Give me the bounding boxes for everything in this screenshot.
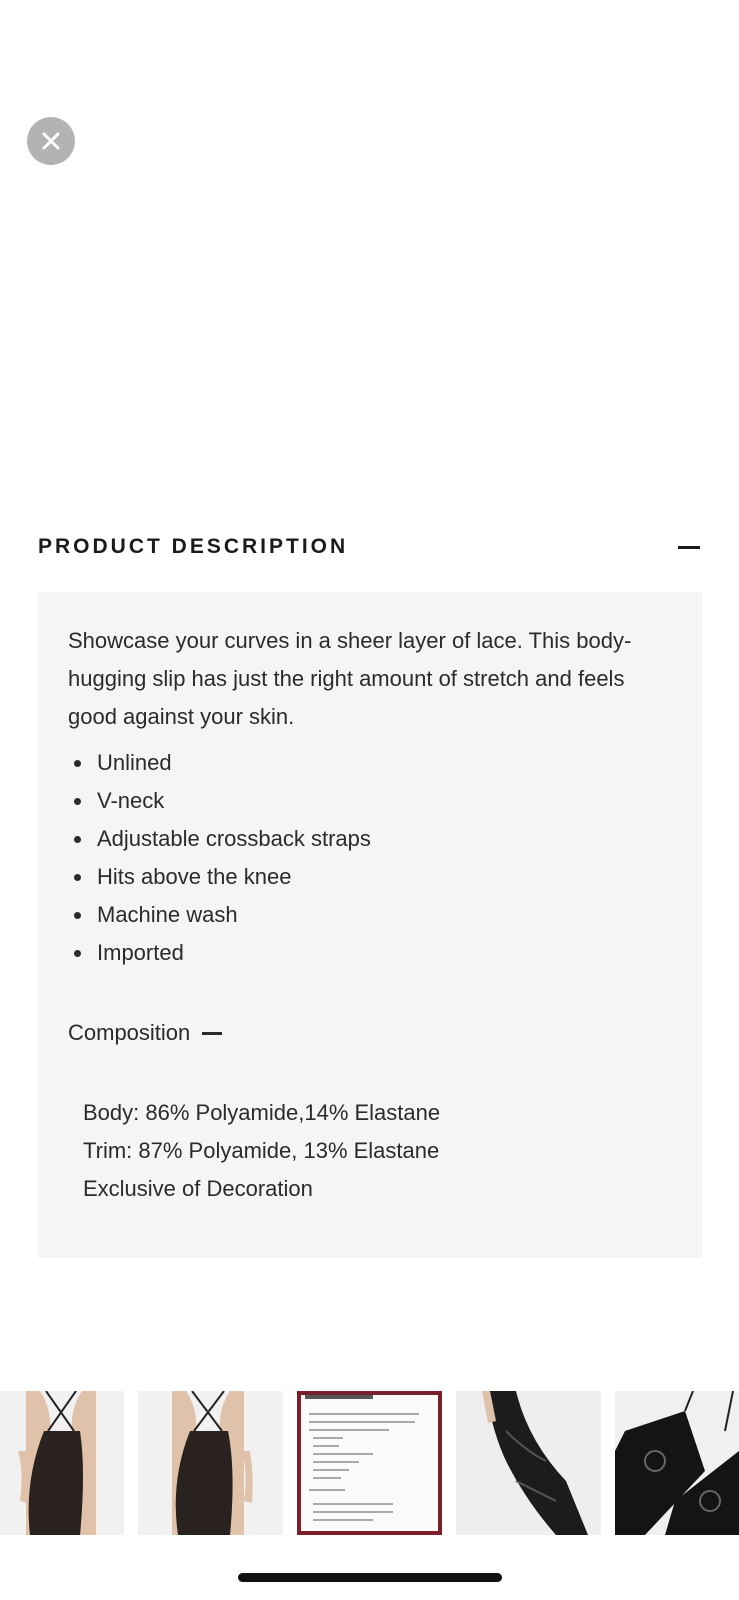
thumbnail-3[interactable]	[297, 1391, 442, 1535]
product-photo	[0, 1391, 124, 1535]
section-title: PRODUCT DESCRIPTION	[38, 535, 349, 558]
home-indicator[interactable]	[238, 1573, 502, 1582]
bullet-icon	[74, 759, 81, 767]
feature-list: Unlined V-neck Adjustable crossback stra…	[68, 744, 672, 972]
thumbnail-1[interactable]	[0, 1391, 124, 1535]
list-item: Machine wash	[68, 896, 672, 934]
composition-line: Exclusive of Decoration	[83, 1176, 313, 1201]
product-photo	[138, 1391, 283, 1535]
thumbnail-4[interactable]	[456, 1391, 601, 1535]
thumbnail-strip[interactable]	[0, 1391, 739, 1535]
list-item: Adjustable crossback straps	[68, 820, 672, 858]
product-photo	[615, 1391, 739, 1535]
text-preview-thumbnail	[297, 1391, 442, 1535]
close-button[interactable]	[27, 117, 75, 165]
list-item: Hits above the knee	[68, 858, 672, 896]
description-text: Showcase your curves in a sheer layer of…	[68, 628, 632, 729]
composition-line: Body: 86% Polyamide,14% Elastane	[83, 1100, 441, 1125]
list-item: Unlined	[68, 744, 672, 782]
composition-line: Trim: 87% Polyamide, 13% Elastane	[83, 1138, 440, 1163]
description-panel: Showcase your curves in a sheer layer of…	[38, 592, 702, 1258]
composition-toggle[interactable]: Composition	[68, 1014, 672, 1052]
minus-icon[interactable]	[676, 534, 702, 560]
minus-icon	[202, 1031, 223, 1035]
composition-label: Composition	[68, 1020, 191, 1045]
composition-details: Body: 86% Polyamide,14% Elastane Trim: 8…	[68, 1094, 672, 1208]
bullet-icon	[74, 873, 81, 881]
close-icon	[42, 132, 60, 150]
bullet-icon	[74, 949, 81, 957]
thumbnail-2[interactable]	[138, 1391, 283, 1535]
list-item: Imported	[68, 934, 672, 972]
product-photo	[456, 1391, 601, 1535]
product-description-header[interactable]: PRODUCT DESCRIPTION	[38, 530, 702, 564]
bullet-icon	[74, 911, 81, 919]
bullet-icon	[74, 835, 81, 843]
list-item: V-neck	[68, 782, 672, 820]
thumbnail-5[interactable]	[615, 1391, 739, 1535]
bullet-icon	[74, 797, 81, 805]
